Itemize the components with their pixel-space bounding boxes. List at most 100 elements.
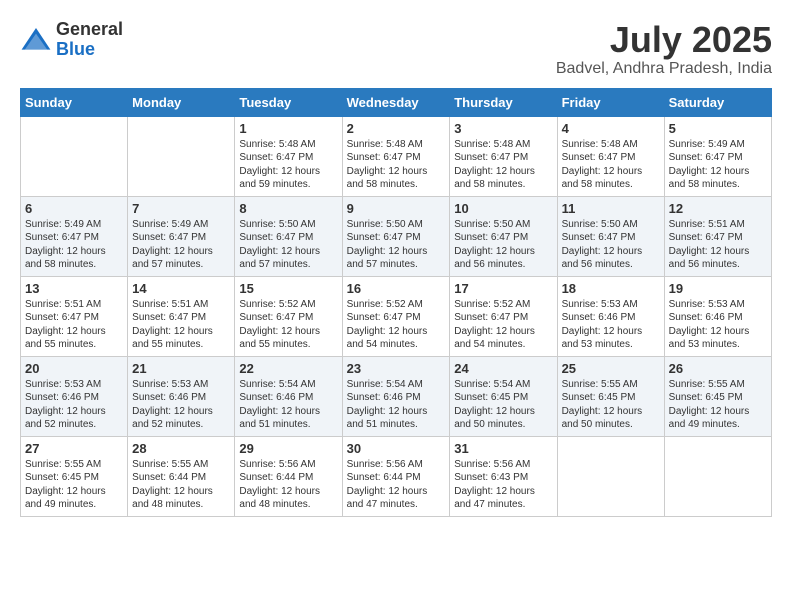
day-info: Sunrise: 5:49 AM Sunset: 6:47 PM Dayligh…	[25, 218, 123, 272]
week-row-1: 1 Sunrise: 5:48 AM Sunset: 6:47 PM Daylig…	[21, 116, 772, 196]
day-info: Sunrise: 5:54 AM Sunset: 6:45 PM Dayligh…	[454, 378, 552, 432]
day-info: Sunrise: 5:55 AM Sunset: 6:45 PM Dayligh…	[669, 378, 767, 432]
day-info: Sunrise: 5:52 AM Sunset: 6:47 PM Dayligh…	[239, 298, 337, 352]
week-row-5: 27 Sunrise: 5:55 AM Sunset: 6:45 PM Dayli…	[21, 436, 772, 516]
day-cell: 26 Sunrise: 5:55 AM Sunset: 6:45 PM Dayli…	[664, 356, 771, 436]
calendar-table: SundayMondayTuesdayWednesdayThursdayFrid…	[20, 88, 772, 517]
day-number: 20	[25, 361, 123, 376]
day-number: 14	[132, 281, 230, 296]
day-cell	[128, 116, 235, 196]
day-cell	[664, 436, 771, 516]
day-number: 25	[562, 361, 660, 376]
day-cell: 1 Sunrise: 5:48 AM Sunset: 6:47 PM Daylig…	[235, 116, 342, 196]
day-number: 1	[239, 121, 337, 136]
day-cell: 18 Sunrise: 5:53 AM Sunset: 6:46 PM Dayli…	[557, 276, 664, 356]
day-cell: 23Sunrise: 5:54 AM Sunset: 6:46 PM Dayli…	[342, 356, 450, 436]
day-number: 11	[562, 201, 660, 216]
day-info: Sunrise: 5:51 AM Sunset: 6:47 PM Dayligh…	[25, 298, 123, 352]
day-cell: 5Sunrise: 5:49 AM Sunset: 6:47 PM Daylig…	[664, 116, 771, 196]
day-info: Sunrise: 5:50 AM Sunset: 6:47 PM Dayligh…	[347, 218, 446, 272]
weekday-friday: Friday	[557, 88, 664, 116]
day-info: Sunrise: 5:48 AM Sunset: 6:47 PM Dayligh…	[562, 138, 660, 192]
day-cell: 14 Sunrise: 5:51 AM Sunset: 6:47 PM Dayli…	[128, 276, 235, 356]
day-cell: 17Sunrise: 5:52 AM Sunset: 6:47 PM Dayli…	[450, 276, 557, 356]
day-info: Sunrise: 5:55 AM Sunset: 6:45 PM Dayligh…	[25, 458, 123, 512]
day-info: Sunrise: 5:54 AM Sunset: 6:46 PM Dayligh…	[347, 378, 446, 432]
week-row-4: 20 Sunrise: 5:53 AM Sunset: 6:46 PM Dayli…	[21, 356, 772, 436]
day-number: 17	[454, 281, 552, 296]
logo-icon	[20, 24, 52, 56]
day-cell: 11Sunrise: 5:50 AM Sunset: 6:47 PM Dayli…	[557, 196, 664, 276]
weekday-wednesday: Wednesday	[342, 88, 450, 116]
day-number: 3	[454, 121, 552, 136]
day-number: 7	[132, 201, 230, 216]
day-number: 22	[239, 361, 337, 376]
day-info: Sunrise: 5:56 AM Sunset: 6:44 PM Dayligh…	[347, 458, 446, 512]
day-number: 29	[239, 441, 337, 456]
day-info: Sunrise: 5:51 AM Sunset: 6:47 PM Dayligh…	[132, 298, 230, 352]
day-number: 30	[347, 441, 446, 456]
day-info: Sunrise: 5:56 AM Sunset: 6:43 PM Dayligh…	[454, 458, 552, 512]
day-cell: 9 Sunrise: 5:50 AM Sunset: 6:47 PM Daylig…	[342, 196, 450, 276]
day-number: 26	[669, 361, 767, 376]
week-row-2: 6 Sunrise: 5:49 AM Sunset: 6:47 PM Daylig…	[21, 196, 772, 276]
day-cell: 16 Sunrise: 5:52 AM Sunset: 6:47 PM Dayli…	[342, 276, 450, 356]
day-cell: 24 Sunrise: 5:54 AM Sunset: 6:45 PM Dayli…	[450, 356, 557, 436]
weekday-monday: Monday	[128, 88, 235, 116]
logo-general: General	[56, 19, 123, 39]
day-cell	[21, 116, 128, 196]
month-title: July 2025	[556, 20, 772, 60]
day-cell: 12Sunrise: 5:51 AM Sunset: 6:47 PM Dayli…	[664, 196, 771, 276]
day-cell: 27 Sunrise: 5:55 AM Sunset: 6:45 PM Dayli…	[21, 436, 128, 516]
day-info: Sunrise: 5:48 AM Sunset: 6:47 PM Dayligh…	[239, 138, 337, 192]
day-cell: 31Sunrise: 5:56 AM Sunset: 6:43 PM Dayli…	[450, 436, 557, 516]
day-cell: 3Sunrise: 5:48 AM Sunset: 6:47 PM Daylig…	[450, 116, 557, 196]
day-info: Sunrise: 5:54 AM Sunset: 6:46 PM Dayligh…	[239, 378, 337, 432]
day-info: Sunrise: 5:53 AM Sunset: 6:46 PM Dayligh…	[132, 378, 230, 432]
day-number: 5	[669, 121, 767, 136]
logo-blue: Blue	[56, 39, 95, 59]
day-info: Sunrise: 5:50 AM Sunset: 6:47 PM Dayligh…	[454, 218, 552, 272]
day-info: Sunrise: 5:52 AM Sunset: 6:47 PM Dayligh…	[347, 298, 446, 352]
day-number: 27	[25, 441, 123, 456]
day-cell: 4Sunrise: 5:48 AM Sunset: 6:47 PM Daylig…	[557, 116, 664, 196]
day-cell: 29Sunrise: 5:56 AM Sunset: 6:44 PM Dayli…	[235, 436, 342, 516]
title-block: July 2025 Badvel, Andhra Pradesh, India	[556, 20, 772, 78]
day-number: 16	[347, 281, 446, 296]
day-number: 9	[347, 201, 446, 216]
day-number: 24	[454, 361, 552, 376]
day-cell	[557, 436, 664, 516]
day-cell: 6 Sunrise: 5:49 AM Sunset: 6:47 PM Daylig…	[21, 196, 128, 276]
day-cell: 21 Sunrise: 5:53 AM Sunset: 6:46 PM Dayli…	[128, 356, 235, 436]
day-info: Sunrise: 5:51 AM Sunset: 6:47 PM Dayligh…	[669, 218, 767, 272]
day-number: 6	[25, 201, 123, 216]
day-cell: 30 Sunrise: 5:56 AM Sunset: 6:44 PM Dayli…	[342, 436, 450, 516]
day-info: Sunrise: 5:49 AM Sunset: 6:47 PM Dayligh…	[132, 218, 230, 272]
page-header: General Blue July 2025 Badvel, Andhra Pr…	[20, 20, 772, 78]
location-title: Badvel, Andhra Pradesh, India	[556, 60, 772, 78]
day-number: 13	[25, 281, 123, 296]
weekday-sunday: Sunday	[21, 88, 128, 116]
day-number: 21	[132, 361, 230, 376]
day-cell: 22 Sunrise: 5:54 AM Sunset: 6:46 PM Dayli…	[235, 356, 342, 436]
logo: General Blue	[20, 20, 123, 60]
weekday-thursday: Thursday	[450, 88, 557, 116]
day-number: 18	[562, 281, 660, 296]
logo-text: General Blue	[56, 20, 123, 60]
day-info: Sunrise: 5:50 AM Sunset: 6:47 PM Dayligh…	[239, 218, 337, 272]
weekday-tuesday: Tuesday	[235, 88, 342, 116]
day-cell: 19Sunrise: 5:53 AM Sunset: 6:46 PM Dayli…	[664, 276, 771, 356]
day-info: Sunrise: 5:53 AM Sunset: 6:46 PM Dayligh…	[25, 378, 123, 432]
day-info: Sunrise: 5:53 AM Sunset: 6:46 PM Dayligh…	[562, 298, 660, 352]
day-cell: 28Sunrise: 5:55 AM Sunset: 6:44 PM Dayli…	[128, 436, 235, 516]
day-cell: 2Sunrise: 5:48 AM Sunset: 6:47 PM Daylig…	[342, 116, 450, 196]
day-info: Sunrise: 5:55 AM Sunset: 6:44 PM Dayligh…	[132, 458, 230, 512]
day-cell: 7 Sunrise: 5:49 AM Sunset: 6:47 PM Daylig…	[128, 196, 235, 276]
week-row-3: 13 Sunrise: 5:51 AM Sunset: 6:47 PM Dayli…	[21, 276, 772, 356]
day-cell: 15Sunrise: 5:52 AM Sunset: 6:47 PM Dayli…	[235, 276, 342, 356]
day-info: Sunrise: 5:53 AM Sunset: 6:46 PM Dayligh…	[669, 298, 767, 352]
day-number: 10	[454, 201, 552, 216]
day-number: 2	[347, 121, 446, 136]
day-cell: 8 Sunrise: 5:50 AM Sunset: 6:47 PM Daylig…	[235, 196, 342, 276]
day-number: 8	[239, 201, 337, 216]
